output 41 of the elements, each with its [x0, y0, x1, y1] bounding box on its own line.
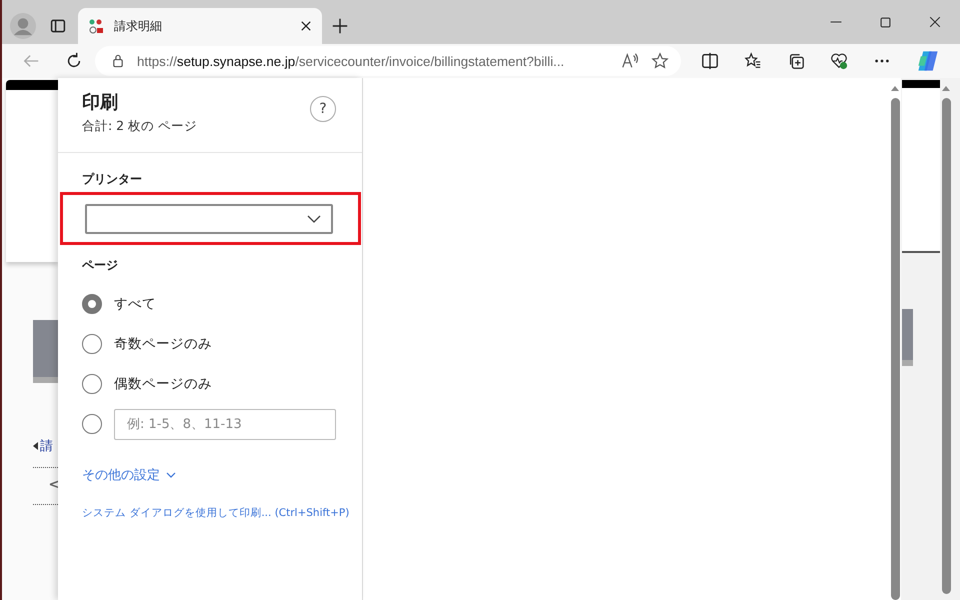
heart-pulse-icon[interactable]	[830, 52, 848, 70]
close-icon[interactable]	[929, 16, 941, 28]
radio-button[interactable]	[82, 294, 102, 314]
pages-label: ページ	[82, 257, 119, 274]
maximize-icon[interactable]	[880, 16, 891, 28]
radio-label: 奇数ページのみ	[114, 335, 212, 353]
page-range-field[interactable]: 例: 1-5、8、11-13	[114, 408, 336, 440]
tab-actions-icon[interactable]	[50, 18, 66, 34]
radio-button[interactable]	[82, 374, 102, 394]
read-aloud-icon[interactable]	[621, 52, 639, 70]
radio-button[interactable]	[82, 334, 102, 354]
split-screen-icon[interactable]	[701, 52, 719, 70]
page-header-block	[902, 309, 913, 366]
favorites-list-icon[interactable]	[744, 52, 762, 70]
tab-title: 請求明細	[114, 18, 163, 34]
copilot-icon[interactable]	[916, 49, 940, 73]
back-link[interactable]: 請	[40, 437, 53, 455]
radio-button[interactable]	[82, 414, 102, 434]
site-favicon-icon	[88, 18, 104, 34]
address-bar[interactable]: https://setup.synapse.ne.jp/servicecounter/invoice/billingstatement?billi...	[95, 46, 681, 76]
more-settings-link[interactable]: その他の設定	[82, 466, 176, 484]
print-title: 印刷	[82, 91, 119, 114]
printer-dropdown[interactable]	[85, 204, 333, 234]
system-dialog-link[interactable]: システム ダイアログを使用して印刷... (Ctrl+Shift+P)	[82, 506, 350, 520]
page-count: 合計: 2 枚の ページ	[82, 118, 198, 135]
caret-icon	[33, 442, 38, 450]
page-header-block	[33, 320, 58, 383]
printer-label: プリンター	[82, 171, 143, 188]
close-icon[interactable]	[300, 20, 312, 32]
url-text: https://setup.synapse.ne.jp/servicecounter/invoice/billingstatement?billi...	[137, 54, 566, 68]
chevron-down-icon	[166, 472, 176, 478]
collections-icon[interactable]	[787, 52, 805, 70]
chevron-down-icon	[307, 215, 321, 223]
help-button[interactable]: ?	[310, 96, 336, 122]
new-tab-icon[interactable]	[332, 18, 348, 34]
radio-label: 偶数ページのみ	[114, 375, 212, 393]
browser-tab[interactable]: 請求明細	[78, 8, 322, 44]
favorite-star-icon[interactable]	[651, 52, 669, 70]
radio-label: すべて	[114, 295, 156, 313]
reload-icon[interactable]	[65, 52, 83, 70]
lock-icon[interactable]	[111, 54, 125, 68]
